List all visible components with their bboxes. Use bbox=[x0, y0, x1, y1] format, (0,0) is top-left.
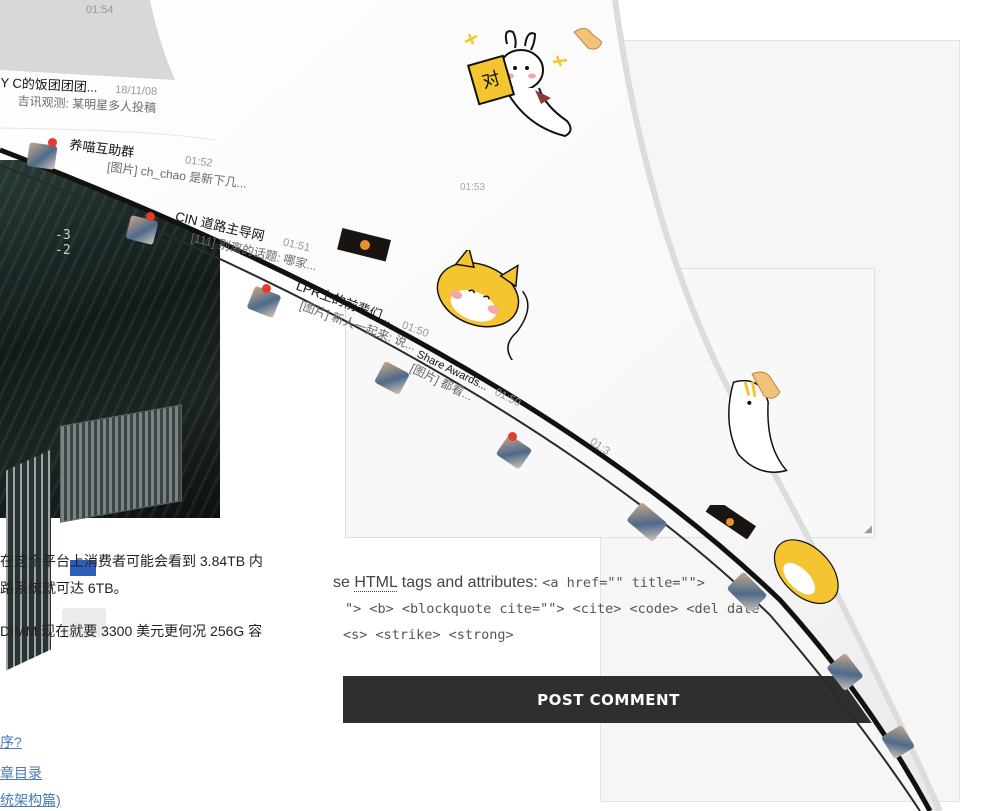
allowed-tags-code: <a href="" title=""> bbox=[542, 575, 705, 591]
chat-time: 18/11/08 bbox=[114, 83, 158, 99]
article-column: -3 -2 在这个平台上消费者可能会看到 3.84TB 内 路系统就可达 6TB… bbox=[0, 0, 345, 811]
allowed-tags-suffix: tags and attributes: bbox=[397, 574, 543, 591]
allowed-tags-code: <s> <strike> <strong> bbox=[343, 627, 514, 643]
small-photo-thumbnail bbox=[705, 505, 757, 539]
allowed-tags-code: "> <b> <blockquote cite=""> <cite> <code… bbox=[345, 601, 760, 617]
article-paragraph-line: DIMM 现在就要 3300 美元更何况 256G 容 bbox=[0, 623, 263, 639]
small-sticker-icon bbox=[751, 371, 781, 399]
post-comment-button[interactable]: POST COMMENT bbox=[343, 676, 874, 723]
related-post-link[interactable]: 统架构篇) bbox=[0, 790, 61, 810]
chat-top-time: 01:54 bbox=[86, 4, 114, 16]
small-photo-thumbnail bbox=[337, 228, 391, 262]
chat-name: Y C的饭团团团... bbox=[0, 74, 99, 95]
sticker-timestamp: 01:53 bbox=[460, 182, 486, 193]
rabbit-sticker-icon: 对 bbox=[464, 30, 572, 138]
small-sticker-icon bbox=[573, 28, 603, 50]
unread-badge bbox=[508, 432, 517, 441]
allowed-tags-prefix: se bbox=[333, 574, 355, 591]
resize-handle-icon[interactable]: ◢ bbox=[864, 524, 872, 535]
unread-badge bbox=[48, 138, 57, 147]
cpu-heatsink bbox=[60, 404, 182, 523]
related-post-link[interactable]: 章目录 bbox=[0, 763, 42, 783]
unread-badge bbox=[146, 212, 155, 221]
chat-time: 01:52 bbox=[184, 154, 214, 170]
chat-name: 养喵互助群 bbox=[68, 137, 136, 160]
shiba-sticker-icon bbox=[773, 539, 839, 605]
html-abbreviation: HTML bbox=[354, 574, 398, 592]
article-paragraph-line: 路系统就可达 6TB。 bbox=[0, 580, 128, 596]
related-post-link[interactable]: 序? bbox=[0, 732, 22, 752]
shiba-sticker-icon bbox=[436, 250, 529, 360]
article-paragraph-line: 在这个平台上消费者可能会看到 3.84TB 内 bbox=[0, 553, 263, 569]
board-silkscreen-label: -3 -2 bbox=[55, 228, 71, 258]
unread-badge bbox=[262, 284, 271, 293]
